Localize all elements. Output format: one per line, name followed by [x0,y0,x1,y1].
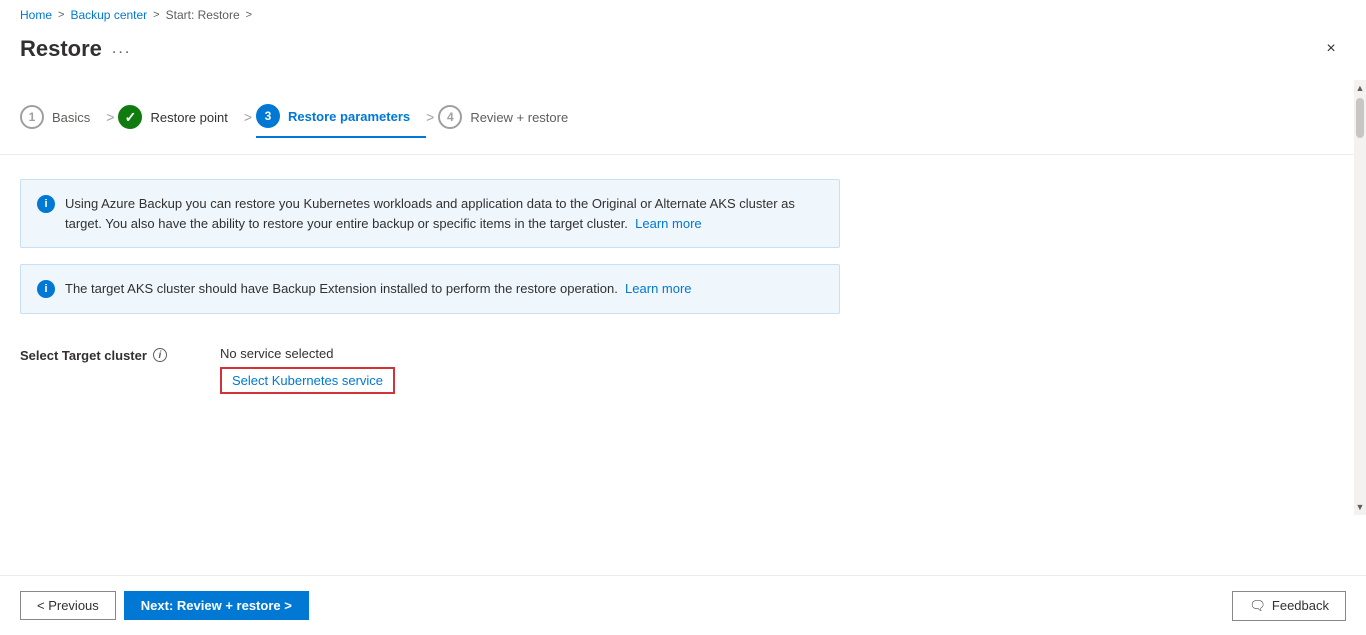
step-basics[interactable]: 1 Basics [20,97,106,137]
step-review-restore[interactable]: 4 Review + restore [438,97,584,137]
page-title-row: Restore ... [20,36,131,62]
step-3-circle: 3 [256,104,280,128]
no-service-text: No service selected [220,346,395,361]
step-2-label: Restore point [150,110,227,125]
scroll-rail: ▲ ▼ [1354,80,1366,515]
step-4-label: Review + restore [470,110,568,125]
step-restore-parameters[interactable]: 3 Restore parameters [256,96,426,138]
step-3-underline [256,136,426,138]
content-area: i Using Azure Backup you can restore you… [0,155,1366,575]
form-label-text: Select Target cluster [20,348,147,363]
step-4-circle: 4 [438,105,462,129]
previous-button[interactable]: < Previous [20,591,116,620]
form-field-area: No service selected Select Kubernetes se… [220,346,395,394]
step-sep-1: > [106,109,114,125]
scroll-thumb[interactable] [1356,98,1364,138]
breadcrumb-sep-3: > [246,9,252,21]
breadcrumb-sep-2: > [153,9,159,21]
info-text-2-content: The target AKS cluster should have Backu… [65,281,618,296]
next-button[interactable]: Next: Review + restore > [124,591,309,620]
step-1-label: Basics [52,110,90,125]
breadcrumb-backup-center[interactable]: Backup center [70,8,147,22]
scroll-down-arrow[interactable]: ▼ [1354,499,1366,515]
breadcrumb-home[interactable]: Home [20,8,52,22]
checkmark-icon: ✓ [125,109,137,126]
info-box-2: i The target AKS cluster should have Bac… [20,264,840,314]
close-button[interactable]: × [1316,34,1346,64]
footer: < Previous Next: Review + restore > 🗨 Fe… [0,575,1366,635]
main-container: 1 Basics > ✓ Restore point > 3 Restore p… [0,80,1366,575]
step-1-circle: 1 [20,105,44,129]
wizard-steps: 1 Basics > ✓ Restore point > 3 Restore p… [0,80,1366,155]
step-3-label: Restore parameters [288,109,410,124]
footer-left: < Previous Next: Review + restore > [20,591,309,620]
scroll-up-arrow[interactable]: ▲ [1354,80,1366,96]
tooltip-icon[interactable]: i [153,348,167,362]
feedback-label: Feedback [1272,598,1329,613]
step-sep-2: > [244,109,252,125]
info-box-1: i Using Azure Backup you can restore you… [20,179,840,248]
info-icon-2: i [37,280,55,298]
info-text-2: The target AKS cluster should have Backu… [65,279,692,299]
info-link-1[interactable]: Learn more [635,216,701,231]
feedback-icon: 🗨 [1249,598,1266,614]
info-icon-1: i [37,195,55,213]
breadcrumb: Home > Backup center > Start: Restore > [0,0,1366,26]
page-title-ellipsis[interactable]: ... [112,40,131,58]
page-title: Restore [20,36,102,62]
breadcrumb-sep-1: > [58,9,64,21]
form-row-target-cluster: Select Target cluster i No service selec… [20,330,1346,402]
step-sep-3: > [426,109,434,125]
step-2-circle: ✓ [118,105,142,129]
info-link-2[interactable]: Learn more [625,281,691,296]
page-header: Restore ... × [0,26,1366,80]
breadcrumb-current: Start: Restore [166,8,240,22]
feedback-button[interactable]: 🗨 Feedback [1232,591,1346,621]
info-text-1: Using Azure Backup you can restore you K… [65,194,823,233]
select-kubernetes-service-button[interactable]: Select Kubernetes service [220,367,395,394]
step-restore-point[interactable]: ✓ Restore point [118,97,243,137]
form-label-target-cluster: Select Target cluster i [20,346,180,363]
